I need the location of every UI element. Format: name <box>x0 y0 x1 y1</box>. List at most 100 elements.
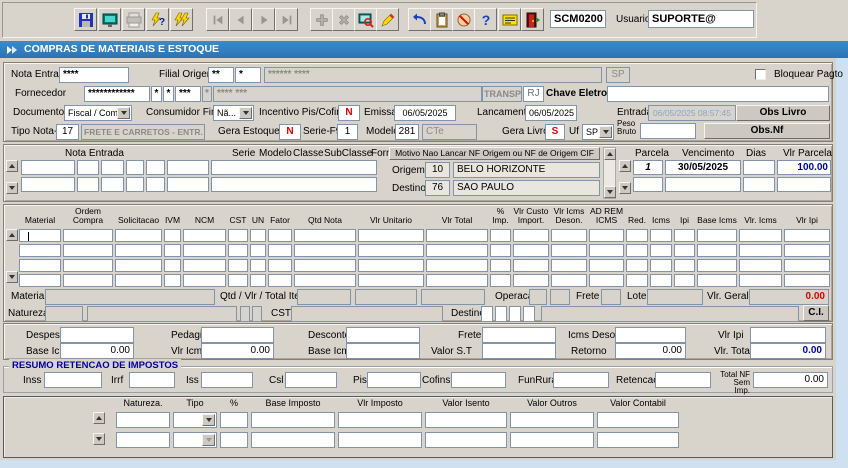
cancel-button[interactable] <box>452 8 475 31</box>
undo-button[interactable] <box>408 8 431 31</box>
fornecedor-f2-field[interactable]: * <box>163 86 174 102</box>
imposto-cell[interactable] <box>338 412 422 428</box>
paste-button[interactable] <box>430 8 453 31</box>
fornecedor-field[interactable]: ************ <box>84 86 150 102</box>
imposto-cell[interactable] <box>116 412 170 428</box>
item-cell[interactable] <box>228 274 248 287</box>
item-cell[interactable] <box>739 244 782 257</box>
item-cell[interactable] <box>250 229 266 242</box>
item-cell[interactable] <box>294 259 356 272</box>
item-cell[interactable] <box>426 274 488 287</box>
nota-cell[interactable] <box>146 177 165 192</box>
total-nf-field[interactable]: 0.00 <box>753 372 828 388</box>
item-cell[interactable] <box>164 244 181 257</box>
item-cell[interactable] <box>650 244 672 257</box>
imposto-cell[interactable] <box>597 412 679 428</box>
csl-field[interactable] <box>285 372 337 388</box>
obs-livro-button[interactable]: Obs Livro <box>736 105 830 121</box>
itens-down-button[interactable] <box>6 271 18 283</box>
item-cell[interactable] <box>626 274 648 287</box>
execute-help-button[interactable]: ? <box>146 8 169 31</box>
item-cell[interactable] <box>19 229 61 242</box>
valor-st-field[interactable] <box>482 343 556 359</box>
nota-cell[interactable] <box>126 177 144 192</box>
item-cell[interactable] <box>490 229 511 242</box>
item-cell[interactable] <box>784 274 830 287</box>
imposto-cell[interactable] <box>338 432 422 448</box>
item-cell[interactable] <box>294 274 356 287</box>
item-cell[interactable] <box>674 244 695 257</box>
item-cell[interactable] <box>426 244 488 257</box>
despesa-field[interactable] <box>60 327 134 343</box>
insert-button[interactable] <box>310 8 333 31</box>
item-cell[interactable] <box>650 259 672 272</box>
iss-field[interactable] <box>201 372 253 388</box>
item-cell[interactable] <box>674 229 695 242</box>
item-cell[interactable] <box>268 274 292 287</box>
uf-select[interactable]: SP <box>582 124 614 140</box>
cofins-field[interactable] <box>451 372 506 388</box>
vlr-total-field[interactable]: 0.00 <box>750 343 826 359</box>
icms-deson-field[interactable] <box>615 327 686 343</box>
search-window-button[interactable] <box>354 8 377 31</box>
item-cell[interactable] <box>19 244 61 257</box>
consumidor-final-select[interactable]: Nã... <box>213 105 254 121</box>
item-cell[interactable] <box>115 259 162 272</box>
item-cell[interactable] <box>426 259 488 272</box>
item-cell[interactable] <box>513 244 549 257</box>
item-cell[interactable] <box>115 229 162 242</box>
item-cell[interactable] <box>551 229 587 242</box>
edit-button[interactable] <box>376 8 399 31</box>
imposto-cell[interactable] <box>251 432 335 448</box>
fornecedor-uf-field[interactable]: RJ <box>523 86 544 102</box>
last-record-button[interactable] <box>275 8 298 31</box>
item-cell[interactable] <box>490 259 511 272</box>
destino-item-field-1[interactable] <box>481 306 493 322</box>
imposto-cell[interactable] <box>220 432 248 448</box>
tipo-dropdown-button[interactable] <box>202 414 215 426</box>
gera-estoque-field[interactable]: N <box>279 124 301 140</box>
item-cell[interactable] <box>115 244 162 257</box>
destino-item-field-4[interactable] <box>523 306 535 322</box>
item-cell[interactable] <box>358 259 424 272</box>
frete-total-field[interactable] <box>482 327 556 343</box>
nota-grid-down-button[interactable] <box>6 182 18 194</box>
item-cell[interactable] <box>551 244 587 257</box>
imposto-tipo-select[interactable] <box>173 412 217 428</box>
documento-select[interactable]: Fiscal / Comercial <box>64 105 132 121</box>
item-cell[interactable] <box>183 274 226 287</box>
lancamento-field[interactable]: 06/05/2025 <box>525 105 577 121</box>
imposto-cell[interactable] <box>251 412 335 428</box>
item-cell[interactable] <box>63 274 113 287</box>
item-cell[interactable] <box>63 229 113 242</box>
exit-button[interactable] <box>521 8 544 31</box>
item-cell[interactable] <box>739 259 782 272</box>
fornecedor-f1-field[interactable]: * <box>151 86 162 102</box>
tipo-nota-code-field[interactable]: 17 <box>56 124 79 140</box>
imposto-cell[interactable] <box>425 412 507 428</box>
save-button[interactable] <box>74 8 97 31</box>
user-field[interactable]: SUPORTE@ <box>648 10 754 28</box>
item-cell[interactable] <box>358 229 424 242</box>
obs-nf-button[interactable]: Obs.Nf <box>704 123 830 139</box>
nota-grid-up-button[interactable] <box>6 160 18 172</box>
item-cell[interactable] <box>250 244 266 257</box>
dias-cell[interactable] <box>743 160 775 175</box>
uf-dropdown-button[interactable] <box>599 126 612 138</box>
item-cell[interactable] <box>490 244 511 257</box>
irrf-field[interactable] <box>129 372 175 388</box>
menu-button[interactable] <box>498 8 521 31</box>
item-cell[interactable] <box>784 259 830 272</box>
nota-cell[interactable] <box>167 177 209 192</box>
item-cell[interactable] <box>513 259 549 272</box>
item-cell[interactable] <box>250 259 266 272</box>
peso-bruto-field[interactable] <box>640 123 696 139</box>
parcela-cell[interactable] <box>633 177 663 192</box>
vlr-parcela-cell[interactable]: 100.00 <box>777 160 831 175</box>
gera-livro-field[interactable]: S <box>545 124 565 140</box>
item-cell[interactable] <box>589 259 624 272</box>
item-cell[interactable] <box>250 274 266 287</box>
print-button[interactable] <box>122 8 145 31</box>
help-button[interactable]: ? <box>474 8 497 31</box>
documento-dropdown-button[interactable] <box>117 107 130 119</box>
